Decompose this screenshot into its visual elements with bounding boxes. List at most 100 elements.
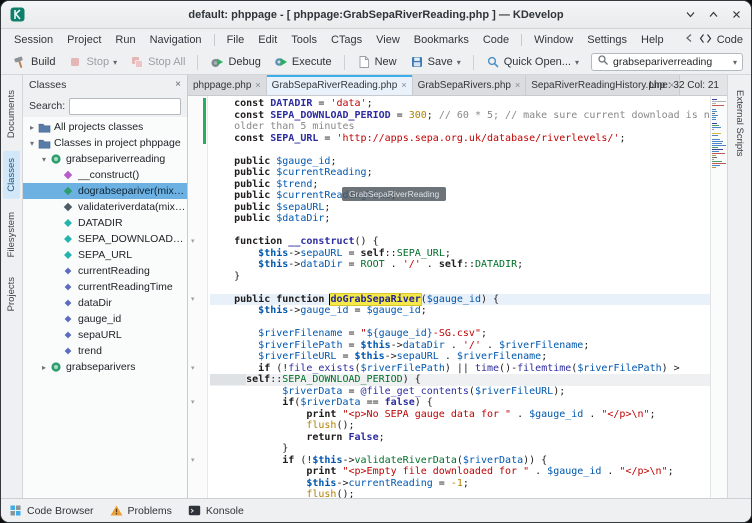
code-line[interactable]: self::SEPA_DOWNLOAD_PERIOD) { bbox=[210, 374, 710, 386]
fold-arrow-icon[interactable]: ▾ bbox=[191, 236, 195, 248]
class-tree-item-construct[interactable]: __construct() bbox=[23, 167, 187, 183]
code-line[interactable]: $this->dataDir = ROOT . '/' . self::DATA… bbox=[210, 259, 710, 271]
code-line[interactable]: $riverFilename = "${gauge_id}-SG.csv"; bbox=[210, 328, 710, 340]
fold-arrow-icon[interactable]: ▾ bbox=[191, 397, 195, 409]
search-box[interactable]: ▾ bbox=[591, 53, 743, 71]
code-line[interactable]: return False; bbox=[210, 432, 710, 444]
classes-search-input[interactable] bbox=[69, 98, 181, 115]
menu-edit[interactable]: Edit bbox=[251, 32, 284, 48]
class-tree-item-grabsepariverreading[interactable]: ▾grabsepariverreading bbox=[23, 151, 187, 167]
class-tree-item-sepaurl[interactable]: sepaURL bbox=[23, 327, 187, 343]
titlebar[interactable]: default: phppage - [ phppage:GrabSepaRiv… bbox=[1, 1, 751, 29]
code-line[interactable]: older than 5 minutes bbox=[210, 121, 710, 133]
class-tree-item-sepa-url[interactable]: SEPA_URL bbox=[23, 247, 187, 263]
code-line[interactable]: $riverFileURL = $this->sepaURL . $riverF… bbox=[210, 351, 710, 363]
code-line[interactable]: if (!file_exists($riverFilePath) || time… bbox=[210, 363, 710, 375]
class-tree-item-dograbsepariver-mixed[interactable]: dograbsepariver(mixed) bbox=[23, 183, 187, 199]
code-toolview-button[interactable]: Code bbox=[717, 34, 743, 46]
code-line[interactable]: flush(); bbox=[210, 420, 710, 432]
code-line[interactable]: const SEPA_DOWNLOAD_PERIOD = 300; // 60 … bbox=[210, 110, 710, 122]
menu-ctags[interactable]: CTags bbox=[324, 32, 369, 48]
code-line[interactable] bbox=[210, 144, 710, 156]
class-tree-item-currentreading[interactable]: currentReading bbox=[23, 263, 187, 279]
toolbar-button-stop-all[interactable]: Stop All bbox=[124, 53, 191, 71]
sidebar-item-documents[interactable]: Documents bbox=[3, 83, 20, 145]
fold-arrow-icon[interactable]: ▾ bbox=[191, 294, 195, 306]
menu-window[interactable]: Window bbox=[527, 32, 580, 48]
code-line[interactable]: print "<p>No SEPA gauge data for " . $ga… bbox=[210, 409, 710, 421]
sidebar-item-filesystem[interactable]: Filesystem bbox=[3, 205, 20, 264]
tab-grabsepariverreading-php[interactable]: GrabSepaRiverReading.php× bbox=[267, 75, 413, 95]
code-line[interactable]: } bbox=[210, 271, 710, 283]
toolbar-button-new[interactable]: New bbox=[351, 53, 403, 71]
class-tree-item-all-projects-classes[interactable]: ▸All projects classes bbox=[23, 119, 187, 135]
class-tree-item-gauge-id[interactable]: gauge_id bbox=[23, 311, 187, 327]
class-tree-item-datadir[interactable]: DATADIR bbox=[23, 215, 187, 231]
code-line[interactable] bbox=[210, 225, 710, 237]
expander-icon[interactable]: ▾ bbox=[39, 155, 49, 164]
close-button[interactable] bbox=[731, 9, 742, 20]
right-rail-external-scripts[interactable]: External Scripts bbox=[731, 83, 748, 164]
code-line[interactable]: flush(); bbox=[210, 489, 710, 498]
code-line[interactable]: public $currentReading; bbox=[210, 167, 710, 179]
code-line[interactable]: public function doGrabSepaRiver($gauge_i… bbox=[210, 294, 710, 306]
menu-project[interactable]: Project bbox=[60, 32, 108, 48]
menu-session[interactable]: Session bbox=[7, 32, 60, 48]
menu-navigation[interactable]: Navigation bbox=[143, 32, 209, 48]
code-line[interactable]: $this->gauge_id = $gauge_id; bbox=[210, 305, 710, 317]
tab-phppage-php[interactable]: phppage.php× bbox=[188, 75, 267, 95]
search-dropdown-icon[interactable]: ▾ bbox=[733, 58, 737, 67]
expander-icon[interactable]: ▸ bbox=[39, 363, 49, 372]
class-tree-item-classes-in-project-phppage[interactable]: ▾Classes in project phppage bbox=[23, 135, 187, 151]
code-line[interactable]: public $gauge_id; bbox=[210, 156, 710, 168]
menu-bookmarks[interactable]: Bookmarks bbox=[407, 32, 476, 48]
toolbar-button-save[interactable]: Save▾ bbox=[404, 53, 467, 71]
tab-close-icon[interactable]: × bbox=[254, 80, 260, 90]
toolbar-button-quick-open[interactable]: Quick Open...▾ bbox=[480, 53, 585, 71]
fold-arrow-icon[interactable]: ▾ bbox=[191, 363, 195, 375]
code-line[interactable]: } bbox=[210, 443, 710, 455]
minimap[interactable] bbox=[710, 96, 727, 498]
code-line[interactable] bbox=[210, 317, 710, 329]
chevron-left-icon[interactable] bbox=[684, 33, 694, 46]
code-line[interactable]: function __construct() { bbox=[210, 236, 710, 248]
statusbar-button-code-browser[interactable]: Code Browser bbox=[9, 504, 94, 517]
class-tree-item-trend[interactable]: trend bbox=[23, 343, 187, 359]
code-area[interactable]: GrabSepaRiverReading const DATADIR = 'da… bbox=[208, 96, 710, 498]
sidebar-item-projects[interactable]: Projects bbox=[3, 270, 20, 318]
menu-code[interactable]: Code bbox=[476, 32, 516, 48]
toolbar-button-build[interactable]: Build bbox=[7, 53, 61, 71]
code-line[interactable]: const SEPA_URL = 'http://apps.sepa.org.u… bbox=[210, 133, 710, 145]
menu-settings[interactable]: Settings bbox=[580, 32, 634, 48]
search-input[interactable] bbox=[613, 56, 729, 68]
toolbar-button-debug[interactable]: Debug bbox=[204, 53, 266, 71]
maximize-button[interactable] bbox=[708, 9, 719, 20]
menu-run[interactable]: Run bbox=[108, 32, 142, 48]
toolbar-button-execute[interactable]: Execute bbox=[268, 53, 338, 71]
code-line[interactable]: public $trend; bbox=[210, 179, 710, 191]
expander-icon[interactable]: ▾ bbox=[27, 139, 37, 148]
toolbar-button-stop[interactable]: Stop▾ bbox=[62, 53, 123, 71]
code-line[interactable]: print "<p>Empty file downloaded for " . … bbox=[210, 466, 710, 478]
code-line[interactable]: $riverData = @file_get_contents($riverFi… bbox=[210, 386, 710, 398]
menu-help[interactable]: Help bbox=[634, 32, 671, 48]
code-line[interactable]: $this->sepaURL = self::SEPA_URL; bbox=[210, 248, 710, 260]
statusbar-button-problems[interactable]: Problems bbox=[110, 504, 172, 517]
code-line[interactable]: if (!$this->validateRiverData($riverData… bbox=[210, 455, 710, 467]
class-tree-item-datadir[interactable]: dataDir bbox=[23, 295, 187, 311]
code-line[interactable]: $riverFilePath = $this->dataDir . '/' . … bbox=[210, 340, 710, 352]
minimize-button[interactable] bbox=[685, 9, 696, 20]
class-tree-item-currentreadingtime[interactable]: currentReadingTime bbox=[23, 279, 187, 295]
expander-icon[interactable]: ▸ bbox=[27, 123, 37, 132]
statusbar-button-konsole[interactable]: Konsole bbox=[188, 504, 244, 517]
code-line[interactable]: public $sepaURL; bbox=[210, 202, 710, 214]
menu-file[interactable]: File bbox=[220, 32, 252, 48]
code-line[interactable]: public $dataDir; bbox=[210, 213, 710, 225]
code-line[interactable] bbox=[210, 282, 710, 294]
sidebar-item-classes[interactable]: Classes bbox=[3, 151, 20, 199]
tab-close-icon[interactable]: × bbox=[400, 80, 406, 90]
class-tree-item-grabseparivers[interactable]: ▸grabseparivers bbox=[23, 359, 187, 375]
menu-view[interactable]: View bbox=[369, 32, 407, 48]
fold-arrow-icon[interactable]: ▾ bbox=[191, 455, 195, 467]
tab-close-icon[interactable]: × bbox=[514, 80, 520, 90]
